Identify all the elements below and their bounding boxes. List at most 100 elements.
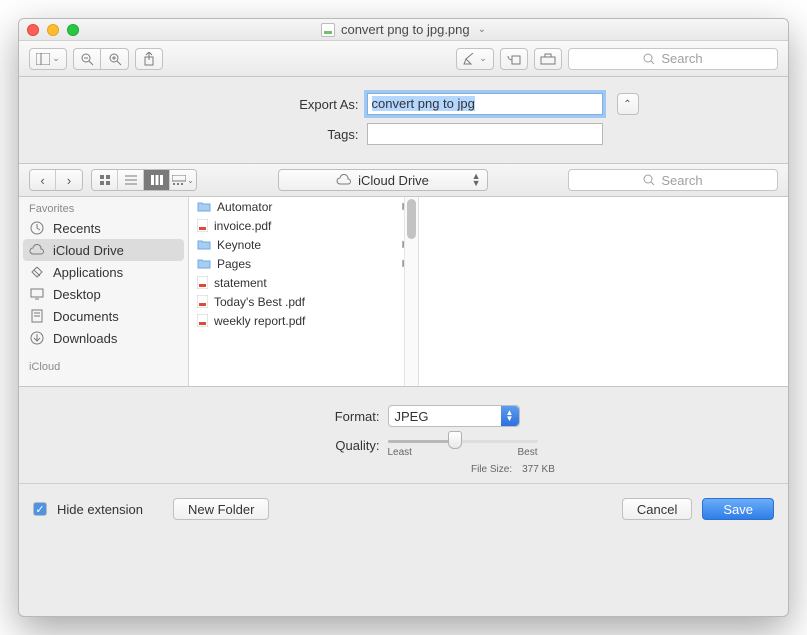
- folder-icon: [197, 239, 211, 250]
- view-column-button[interactable]: [144, 170, 170, 190]
- scrollbar[interactable]: [404, 197, 418, 386]
- export-as-field[interactable]: convert png to jpg: [367, 93, 603, 115]
- sidebar-item-label: Documents: [53, 309, 119, 324]
- pdf-icon: [197, 314, 208, 327]
- search-icon: [643, 174, 655, 186]
- sidebar-item-documents[interactable]: Documents: [19, 305, 188, 327]
- sidebar-item-applications[interactable]: Applications: [19, 261, 188, 283]
- markup-button[interactable]: ⌄: [456, 48, 494, 70]
- sidebar-item-label: iCloud Drive: [53, 243, 124, 258]
- location-popup[interactable]: iCloud Drive ▲▼: [278, 169, 488, 191]
- format-popup[interactable]: JPEG ▲▼: [388, 405, 520, 427]
- column-2: [419, 197, 788, 386]
- updown-arrows-icon: ▲▼: [501, 406, 519, 426]
- toolbar: ⌄ ⌄ Search: [19, 41, 788, 77]
- format-options: Format: JPEG ▲▼ Quality: Least Best: [19, 387, 788, 484]
- view-gallery-button[interactable]: ⌄: [170, 170, 196, 190]
- zoom-out-button[interactable]: [73, 48, 101, 70]
- file-row[interactable]: Today's Best .pdf: [189, 292, 418, 311]
- new-folder-button[interactable]: New Folder: [173, 498, 269, 520]
- export-sheet-header: Export As: convert png to jpg ⌃ Tags:: [19, 77, 788, 163]
- window-title-text: convert png to jpg.png: [341, 22, 470, 37]
- zoom-in-button[interactable]: [101, 48, 129, 70]
- file-row[interactable]: Automator▶: [189, 197, 418, 216]
- sidebar-item-desktop[interactable]: Desktop: [19, 283, 188, 305]
- file-name: invoice.pdf: [214, 219, 271, 233]
- folder-icon: [197, 201, 211, 212]
- file-name: Automator: [217, 200, 272, 214]
- nav-back-button[interactable]: ‹: [30, 170, 56, 190]
- chevron-down-icon[interactable]: ⌄: [478, 24, 486, 35]
- browser-search-field[interactable]: Search: [568, 169, 778, 191]
- view-icon-button[interactable]: [92, 170, 118, 190]
- sidebar-icloud-header: iCloud: [19, 355, 188, 375]
- sidebar-item-icloud-drive[interactable]: iCloud Drive: [23, 239, 184, 261]
- pdf-icon: [197, 295, 208, 308]
- toolbar-search-placeholder: Search: [661, 51, 702, 66]
- save-button[interactable]: Save: [702, 498, 774, 520]
- window-title: convert png to jpg.png ⌄: [19, 22, 788, 37]
- download-icon: [29, 331, 45, 345]
- rotate-button[interactable]: [500, 48, 528, 70]
- document-proxy-icon[interactable]: [321, 23, 335, 37]
- titlebar: convert png to jpg.png ⌄: [19, 19, 788, 41]
- quality-slider[interactable]: [388, 433, 538, 449]
- hide-extension-checkbox[interactable]: ✓: [33, 502, 47, 516]
- view-mode-segment: ⌄: [91, 169, 197, 191]
- nav-forward-button[interactable]: ›: [56, 170, 82, 190]
- share-button[interactable]: [135, 48, 163, 70]
- cancel-button[interactable]: Cancel: [622, 498, 692, 520]
- export-dialog-window: convert png to jpg.png ⌄ ⌄ ⌄: [18, 18, 789, 617]
- browser-toolbar: ‹ › ⌄ iCloud Drive ▲▼: [19, 163, 788, 197]
- file-row[interactable]: invoice.pdf: [189, 216, 418, 235]
- sidebar-item-recents[interactable]: Recents: [19, 217, 188, 239]
- export-as-value: convert png to jpg: [372, 96, 475, 111]
- filesize-label: File Size:: [252, 464, 512, 475]
- folder-icon: [197, 258, 211, 269]
- file-browser: Favorites Recents iCloud Drive Application…: [19, 197, 788, 387]
- app-icon: [29, 265, 45, 279]
- sidebar-toggle-button[interactable]: ⌄: [29, 48, 67, 70]
- quality-label: Quality:: [120, 438, 380, 453]
- updown-arrows-icon: ▲▼: [472, 173, 481, 187]
- clock-icon: [29, 221, 45, 235]
- collapse-button[interactable]: ⌃: [617, 93, 639, 115]
- location-value: iCloud Drive: [358, 173, 429, 188]
- filesize-value: 377 KB: [522, 464, 555, 475]
- doc-icon: [29, 309, 45, 323]
- bottom-bar: ✓ Hide extension New Folder Cancel Save: [19, 484, 788, 534]
- desktop-icon: [29, 287, 45, 301]
- browser-search-placeholder: Search: [661, 173, 702, 188]
- file-row[interactable]: Pages▶: [189, 254, 418, 273]
- format-value: JPEG: [395, 409, 429, 424]
- cloud-icon: [29, 243, 45, 257]
- tags-label: Tags:: [169, 127, 359, 142]
- file-name: statement: [214, 276, 267, 290]
- tags-field[interactable]: [367, 123, 603, 145]
- export-as-label: Export As:: [169, 97, 359, 112]
- sidebar-favorites-header: Favorites: [19, 197, 188, 217]
- toolbar-search-field[interactable]: Search: [568, 48, 778, 70]
- sidebar-item-downloads[interactable]: Downloads: [19, 327, 188, 349]
- format-label: Format:: [120, 409, 380, 424]
- pdf-icon: [197, 276, 208, 289]
- sidebar: Favorites Recents iCloud Drive Application…: [19, 197, 189, 386]
- nav-back-forward: ‹ ›: [29, 169, 83, 191]
- file-name: weekly report.pdf: [214, 314, 305, 328]
- column-1: Automator▶ invoice.pdf Keynote▶Pages▶ state…: [189, 197, 419, 386]
- sidebar-item-label: Recents: [53, 221, 101, 236]
- view-list-button[interactable]: [118, 170, 144, 190]
- sidebar-item-label: Applications: [53, 265, 123, 280]
- file-row[interactable]: statement: [189, 273, 418, 292]
- cloud-icon: [336, 174, 352, 186]
- search-icon: [643, 53, 655, 65]
- file-row[interactable]: Keynote▶: [189, 235, 418, 254]
- toolbox-button[interactable]: [534, 48, 562, 70]
- slider-thumb[interactable]: [448, 431, 462, 449]
- hide-extension-label: Hide extension: [57, 502, 143, 517]
- sidebar-item-label: Downloads: [53, 331, 117, 346]
- file-row[interactable]: weekly report.pdf: [189, 311, 418, 330]
- pdf-icon: [197, 219, 208, 232]
- file-name: Keynote: [217, 238, 261, 252]
- file-name: Today's Best .pdf: [214, 295, 305, 309]
